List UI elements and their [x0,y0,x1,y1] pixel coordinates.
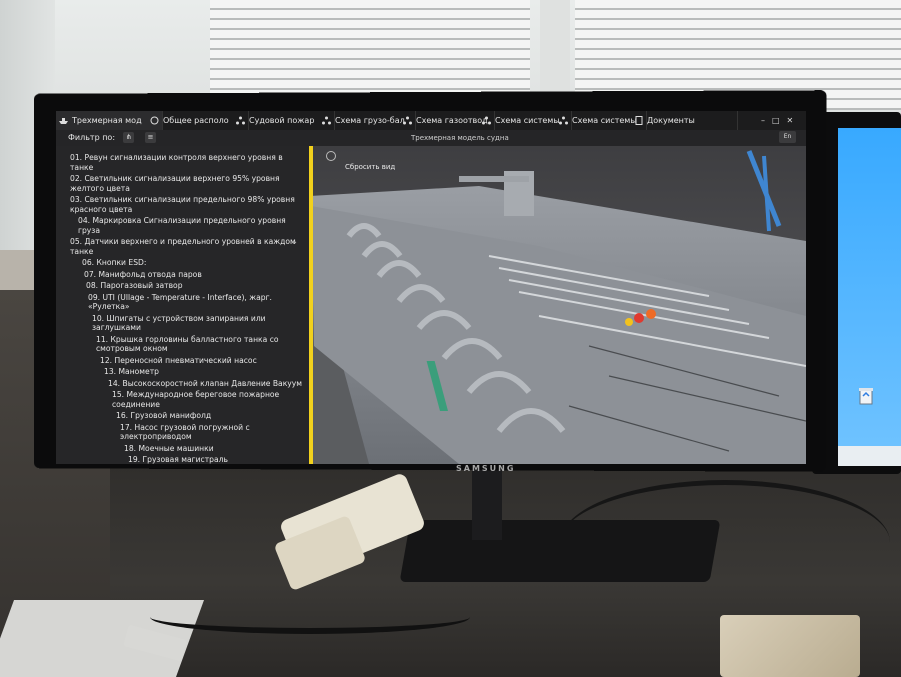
app-screen: Трехмерная мод Общее располо Судовой пож… [56,111,806,464]
equipment-list-item[interactable]: 15. Международное береговое пожарное сое… [56,390,309,409]
3d-viewport[interactable] [309,146,806,464]
equipment-list-item[interactable]: 07. Манифольд отвода паров [56,270,309,280]
tab-documents[interactable]: Документы [631,111,738,130]
window-controls[interactable]: –□✕ [761,111,806,130]
equipment-list-item[interactable]: 03. Светильник сигнализации предельного … [56,195,309,214]
taskbar [838,446,901,466]
network-icon [236,116,245,125]
recycle-bin-icon[interactable] [854,384,878,408]
chevron-down-icon[interactable]: ⌄ [290,236,298,247]
equipment-list-item[interactable]: 05. Датчики верхнего и предельного уровн… [56,237,309,256]
equipment-list-item[interactable]: 12. Переносной пневматический насос [56,356,309,366]
equipment-list-item[interactable]: 10. Шпигаты с устройством запирания или … [56,314,309,333]
tab-label: Общее располо [163,116,229,125]
equipment-list-item[interactable]: 14. Высокоскоростной клапан Давление Вак… [56,379,309,389]
network-icon [482,116,491,125]
tab-label: Схема газоотвод [416,116,488,125]
equipment-list-item[interactable]: 09. UTI (Ullage - Temperature - Interfac… [56,293,309,312]
monitor-brand: SAMSUNG [456,464,516,473]
filter-label: Фильтр по: [68,133,116,142]
camera-icon[interactable] [326,151,336,161]
equipment-list-panel: 01. Ревун сигнализации контроля верхнего… [56,146,309,464]
equipment-list-item[interactable]: 18. Моечные машинки [56,444,309,454]
filter-list-button[interactable]: ≡ [145,132,156,143]
equipment-list-item[interactable]: 19. Грузовая магистраль [56,455,309,464]
equipment-list-item[interactable]: 08. Парогазовый затвор [56,281,309,291]
equipment-list-item[interactable]: 16. Грузовой манифолд [56,411,309,421]
model-title: Трехмерная модель судна [411,134,509,142]
equipment-list-item[interactable]: 01. Ревун сигнализации контроля верхнего… [56,153,309,172]
layers-icon [150,116,159,125]
tab-label: Схема грузо-бал [335,116,405,125]
window-frame [540,0,570,100]
ship-icon [59,116,68,125]
panel-divider [309,146,313,464]
tab-label: Схема системы [572,116,637,125]
language-button[interactable]: En [779,131,796,143]
equipment-list: 01. Ревун сигнализации контроля верхнего… [56,153,309,464]
ship-deck-render [309,150,806,464]
equipment-list-item[interactable]: 06. Кнопки ESD: [56,258,309,268]
equipment-list-item[interactable]: 13. Манометр [56,367,309,377]
network-icon [559,116,568,125]
monitor-stand-base [399,520,721,582]
book [720,615,860,677]
equipment-list-item[interactable]: 11. Крышка горловины балластного танка с… [56,335,309,354]
window-blinds [210,0,530,95]
equipment-list-item[interactable]: 17. Насос грузовой погружной с электропр… [56,423,309,442]
monitor-stand-neck [472,470,502,540]
tab-label: Трехмерная мод [72,116,142,125]
reset-view-button[interactable]: Сбросить вид [345,163,395,171]
equipment-list-item[interactable]: 02. Светильник сигнализации верхнего 95%… [56,174,309,193]
tab-label: Документы [647,116,695,125]
filter-network-button[interactable]: ⋔ [123,132,134,143]
cable [150,600,470,634]
document-icon [634,116,643,125]
tab-label: Схема системы [495,116,560,125]
network-icon [403,116,412,125]
network-icon [322,116,331,125]
tab-label: Судовой пожар [249,116,315,125]
equipment-list-item[interactable]: 04. Маркировка Сигнализации предельного … [56,216,309,235]
